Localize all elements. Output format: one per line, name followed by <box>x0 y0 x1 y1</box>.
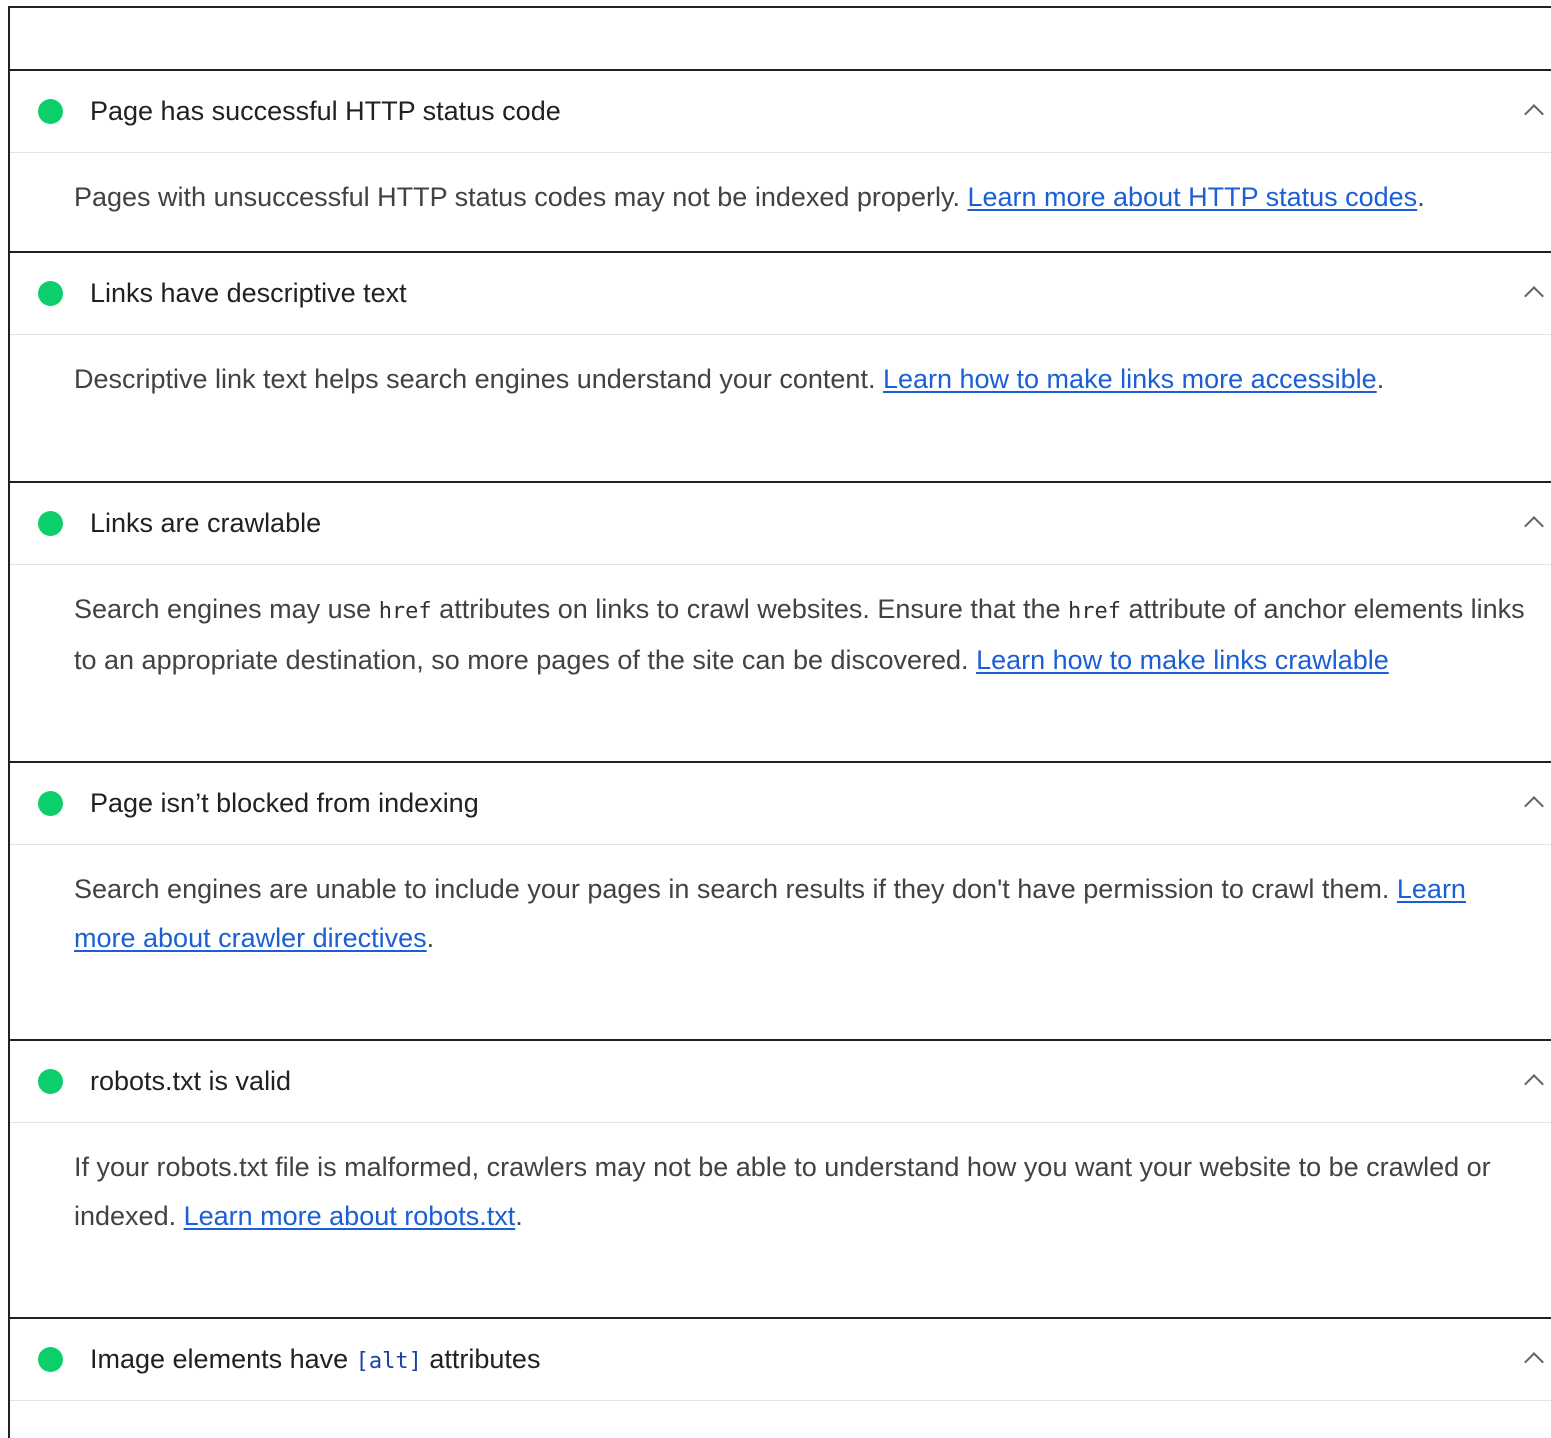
pass-indicator-icon <box>38 99 63 124</box>
chevron-up-icon[interactable] <box>1524 796 1544 816</box>
learn-more-link[interactable]: Learn more about robots.txt <box>184 1201 516 1231</box>
audit-title: Links are crawlable <box>90 508 322 538</box>
audit-title: Page has successful HTTP status code <box>90 96 561 126</box>
audit-http-status-code: Page has successful HTTP status code Pag… <box>10 69 1551 253</box>
audit-header[interactable]: Image elements have [alt] attributes <box>10 1319 1551 1401</box>
code-alt: [alt] <box>355 1349 422 1374</box>
audit-title: Links have descriptive text <box>90 278 407 308</box>
pass-indicator-icon <box>38 791 63 816</box>
chevron-up-icon[interactable] <box>1524 1074 1544 1094</box>
chevron-up-icon[interactable] <box>1524 516 1544 536</box>
audit-crawlable-anchors: Links are crawlable Search engines may u… <box>10 481 1551 764</box>
chevron-up-icon[interactable] <box>1524 1352 1544 1372</box>
audit-header[interactable]: Page has successful HTTP status code <box>10 71 1551 153</box>
pass-indicator-icon <box>38 281 63 306</box>
audit-is-crawlable: Page isn’t blocked from indexing Search … <box>10 761 1551 1043</box>
code-href: href <box>1067 599 1121 624</box>
audit-description: If your robots.txt file is malformed, cr… <box>74 1152 1491 1231</box>
audit-link-text: Links have descriptive text Descriptive … <box>10 251 1551 484</box>
learn-more-link[interactable]: Learn more about HTTP status codes <box>967 182 1417 212</box>
audit-title: robots.txt is valid <box>90 1066 292 1096</box>
learn-more-link[interactable]: Learn how to make links more accessible <box>883 364 1377 394</box>
pass-indicator-icon <box>38 1069 63 1094</box>
audit-header[interactable]: robots.txt is valid <box>10 1041 1551 1123</box>
code-href: href <box>378 599 432 624</box>
chevron-up-icon[interactable] <box>1524 104 1544 124</box>
audit-description: Search engines are unable to include you… <box>74 874 1466 953</box>
audit-description: Search engines may use href attributes o… <box>74 594 1525 675</box>
learn-more-link[interactable]: Learn how to make links crawlable <box>976 645 1389 675</box>
audit-header[interactable]: Links are crawlable <box>10 483 1551 565</box>
pass-indicator-icon <box>38 511 63 536</box>
audit-image-alt: Image elements have [alt] attributes <box>10 1317 1551 1438</box>
audit-title: Image elements have [alt] attributes <box>90 1344 541 1374</box>
pass-indicator-icon <box>38 1347 63 1372</box>
audit-description: Pages with unsuccessful HTTP status code… <box>74 182 1425 212</box>
chevron-up-icon[interactable] <box>1524 286 1544 306</box>
audit-title: Page isn’t blocked from indexing <box>90 788 479 818</box>
audit-header[interactable]: Links have descriptive text <box>10 253 1551 335</box>
audit-header[interactable]: Page isn’t blocked from indexing <box>10 763 1551 845</box>
audit-description: Descriptive link text helps search engin… <box>74 364 1385 394</box>
audit-robots-txt: robots.txt is valid If your robots.txt f… <box>10 1039 1551 1321</box>
